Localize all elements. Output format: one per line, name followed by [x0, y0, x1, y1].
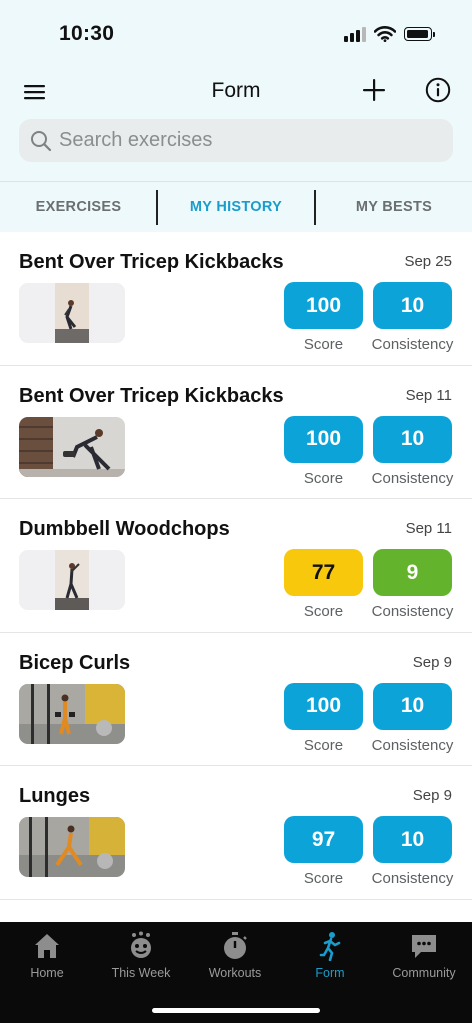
history-item[interactable]: Bent Over Tricep Kickbacks Sep 11 100 10…	[0, 366, 472, 499]
nav-home[interactable]: Home	[0, 922, 94, 990]
score-badge[interactable]: 100	[284, 415, 363, 463]
consistency-badge[interactable]: 9	[373, 549, 452, 596]
score-label: Score	[303, 469, 344, 487]
history-item[interactable]: Lunges Sep 9 97 10 Score Consistency	[0, 766, 472, 900]
nav-label: Workouts	[208, 966, 262, 980]
app-header: Form	[0, 70, 472, 114]
home-icon	[35, 934, 59, 958]
exercise-name: Bicep Curls	[19, 651, 131, 674]
exercise-date: Sep 9	[412, 653, 452, 671]
cellular-signal-icon	[344, 26, 366, 42]
exercise-name: Dumbbell Woodchops	[19, 518, 230, 540]
exercise-date: Sep 25	[404, 253, 452, 270]
nav-this-week[interactable]: This Week	[94, 922, 188, 990]
score-label: Score	[303, 870, 344, 887]
battery-icon	[404, 27, 435, 41]
exercise-name: Bent Over Tricep Kickbacks	[19, 251, 284, 273]
tab-exercises[interactable]: EXERCISES	[0, 182, 157, 232]
exercise-thumbnail[interactable]	[19, 817, 125, 877]
home-indicator	[152, 1008, 320, 1013]
search-icon	[31, 130, 52, 151]
consistency-label: Consistency	[371, 469, 454, 487]
history-item[interactable]: Bent Over Tricep Kickbacks Sep 25 100 10…	[0, 232, 472, 366]
exercise-date: Sep 11	[405, 386, 452, 404]
running-figure-icon	[319, 932, 341, 961]
consistency-badge[interactable]: 10	[373, 682, 452, 730]
exercise-thumbnail[interactable]	[19, 683, 125, 744]
exercise-thumbnail[interactable]	[19, 416, 125, 477]
history-item[interactable]: Bicep Curls Sep 9 100 10 Score Consisten…	[0, 633, 472, 766]
add-plus-icon[interactable]	[360, 76, 388, 104]
wifi-icon	[374, 26, 396, 42]
bottom-tab-bar: Home This Week Workouts Form Community	[0, 922, 472, 1023]
exercise-thumbnail[interactable]	[19, 283, 125, 343]
status-time: 10:30	[59, 22, 115, 45]
nav-community[interactable]: Community	[377, 922, 471, 990]
consistency-label: Consistency	[371, 336, 454, 353]
status-bar: 10:30	[0, 0, 472, 70]
exercise-thumbnail[interactable]	[19, 550, 125, 610]
consistency-label: Consistency	[371, 603, 454, 620]
info-icon[interactable]	[425, 77, 451, 103]
stopwatch-icon	[224, 932, 247, 959]
score-label: Score	[303, 336, 344, 353]
history-list: Bent Over Tricep Kickbacks Sep 25 100 10…	[0, 232, 472, 900]
exercise-name: Bent Over Tricep Kickbacks	[19, 384, 284, 407]
score-label: Score	[303, 603, 344, 620]
nav-label: Form	[315, 966, 345, 980]
consistency-badge[interactable]: 10	[373, 415, 452, 463]
exercise-date: Sep 11	[405, 520, 452, 537]
nav-label: Home	[30, 966, 64, 980]
consistency-badge[interactable]: 10	[373, 282, 452, 329]
consistency-badge[interactable]: 10	[373, 816, 452, 863]
trophy-face-icon	[131, 931, 151, 958]
tab-bar: EXERCISES MY HISTORY MY BESTS	[0, 181, 472, 232]
nav-workouts[interactable]: Workouts	[188, 922, 282, 990]
consistency-label: Consistency	[371, 736, 454, 754]
tab-my-bests[interactable]: MY BESTS	[316, 182, 472, 232]
chat-bubble-icon	[412, 935, 436, 958]
page-title: Form	[211, 79, 261, 102]
nav-label: This Week	[111, 966, 171, 980]
exercise-name: Lunges	[19, 785, 91, 807]
tab-my-history[interactable]: MY HISTORY	[158, 182, 314, 232]
score-badge[interactable]: 77	[284, 549, 363, 596]
search-bar[interactable]	[19, 119, 453, 162]
consistency-label: Consistency	[371, 870, 454, 887]
nav-form[interactable]: Form	[283, 922, 377, 990]
status-icons	[344, 26, 435, 42]
history-item[interactable]: Dumbbell Woodchops Sep 11 77 9 Score Con…	[0, 499, 472, 633]
score-label: Score	[303, 736, 344, 754]
score-badge[interactable]: 100	[284, 682, 363, 730]
search-input[interactable]	[59, 129, 419, 152]
score-badge[interactable]: 100	[284, 282, 363, 329]
nav-label: Community	[392, 966, 456, 980]
score-badge[interactable]: 97	[284, 816, 363, 863]
exercise-date: Sep 9	[412, 787, 452, 804]
